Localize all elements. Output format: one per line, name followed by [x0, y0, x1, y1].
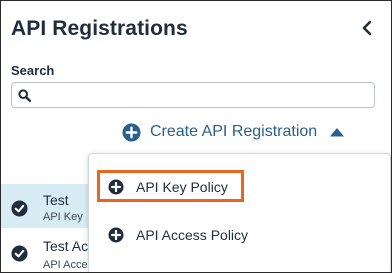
- search-field[interactable]: [11, 82, 375, 108]
- list-item[interactable]: Test API Key: [1, 184, 101, 228]
- chevron-left-icon: [362, 20, 372, 36]
- create-registration-menu: API Key Policy API Access Policy: [88, 153, 391, 272]
- plus-circle-icon: [108, 179, 124, 195]
- list-item-name: Test: [43, 192, 69, 208]
- menu-item-api-key-policy[interactable]: API Key Policy: [99, 173, 228, 201]
- api-registrations-panel: API Registrations Search Create API Regi…: [0, 0, 392, 273]
- menu-item-label: API Access Policy: [136, 227, 249, 243]
- menu-item-api-access-policy[interactable]: API Access Policy: [99, 221, 248, 249]
- list-item[interactable]: Test Ac API Access Policy: [1, 232, 131, 272]
- plus-circle-icon: [108, 227, 124, 243]
- list-item-name: Test Ac: [43, 238, 89, 254]
- menu-item-label: API Key Policy: [136, 179, 228, 195]
- search-input[interactable]: [36, 83, 374, 107]
- page-title: API Registrations: [11, 17, 188, 40]
- plus-circle-icon: [122, 122, 141, 142]
- create-api-registration-button[interactable]: Create API Registration: [122, 120, 345, 144]
- create-api-registration-label: Create API Registration: [150, 123, 318, 140]
- search-icon: [18, 88, 36, 102]
- check-circle-icon: [11, 200, 28, 217]
- caret-up-icon: [330, 128, 345, 137]
- search-label: Search: [11, 63, 55, 78]
- collapse-panel-button[interactable]: [357, 17, 377, 39]
- list-item-type: API Key: [43, 211, 83, 223]
- check-circle-icon: [11, 245, 28, 262]
